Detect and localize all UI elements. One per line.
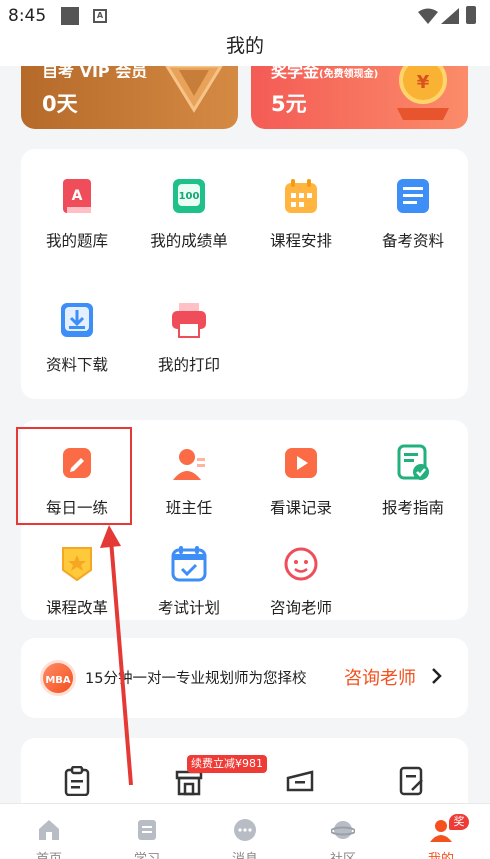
community-icon xyxy=(331,821,355,839)
study-icon xyxy=(138,820,156,840)
svg-text:¥: ¥ xyxy=(417,72,430,93)
service-label: 课程改革 xyxy=(45,599,108,617)
signal-icon xyxy=(441,8,459,24)
battery-icon xyxy=(466,6,476,24)
service-label: 报考指南 xyxy=(381,499,444,517)
service-label: 咨询老师 xyxy=(269,599,332,617)
page-title: 我的 xyxy=(225,35,264,57)
calendar-icon xyxy=(285,179,317,213)
page-header: 我的 xyxy=(0,30,490,66)
bottom-tab-bar: 首页 学习 消息 社区 我的 xyxy=(0,803,490,859)
ticket-icon[interactable] xyxy=(285,766,315,796)
app-notification-icon: A xyxy=(93,9,107,23)
vip-title: 自考 VIP 会员 xyxy=(42,66,148,78)
tool-question-bank[interactable]: A 我的题库 xyxy=(21,177,133,251)
service-course-reform[interactable]: 课程改革 xyxy=(21,544,133,618)
service-class-teacher[interactable]: 班主任 xyxy=(133,444,245,518)
chevron-right-icon[interactable] xyxy=(431,667,443,685)
highlight-box xyxy=(16,427,132,525)
notification-icon xyxy=(61,7,79,25)
status-bar: 8:45 A xyxy=(0,0,490,30)
profile-reward-badge: 奖 xyxy=(449,814,469,830)
tool-label: 我的题库 xyxy=(45,232,108,250)
scholarship-card[interactable]: 奖学金(免费领现金) 5元 ¥ xyxy=(251,66,468,129)
tab-home[interactable]: 首页 xyxy=(0,804,98,859)
tool-transcript[interactable]: 100 我的成绩单 xyxy=(133,177,245,251)
tab-study[interactable]: 学习 xyxy=(98,804,196,859)
home-icon xyxy=(39,820,59,840)
service-label: 看课记录 xyxy=(269,499,332,517)
watch-history-icon xyxy=(285,448,317,478)
edit-document-icon[interactable] xyxy=(398,766,426,796)
tools-panel: A 我的题库 100 我的成绩单 课程安排 备考资料 资料下载 我的打印 xyxy=(21,149,468,399)
tool-download[interactable]: 资料下载 xyxy=(21,301,133,375)
scholarship-subtitle: (免费领现金) xyxy=(319,69,379,80)
wifi-icon xyxy=(418,8,438,24)
tool-course-schedule[interactable]: 课程安排 xyxy=(245,177,357,251)
tool-exam-materials[interactable]: 备考资料 xyxy=(357,177,469,251)
svg-text:A: A xyxy=(72,188,83,204)
tab-profile[interactable]: 我的 xyxy=(392,804,490,859)
consult-teacher-icon xyxy=(284,547,318,581)
transcript-icon: 100 xyxy=(173,179,205,213)
clipboard-icon[interactable] xyxy=(63,766,91,796)
class-teacher-icon xyxy=(173,449,205,480)
tool-label: 资料下载 xyxy=(45,356,108,374)
banner-text: 15分钟一对一专业规划师为您择校 xyxy=(85,671,307,687)
tab-label: 首页 xyxy=(0,848,98,859)
tab-label: 消息 xyxy=(196,848,294,859)
scholarship-value: 5元 xyxy=(271,92,307,116)
course-reform-icon xyxy=(62,547,92,582)
download-icon xyxy=(61,303,93,337)
materials-icon xyxy=(397,179,429,213)
service-consult-teacher[interactable]: 咨询老师 xyxy=(245,544,357,618)
service-label: 考试计划 xyxy=(157,599,220,617)
service-label: 班主任 xyxy=(165,499,213,517)
vip-membership-card[interactable]: 自考 VIP 会员 0天 xyxy=(21,66,238,129)
coin-medal-icon: ¥ xyxy=(397,66,449,120)
tab-messages[interactable]: 消息 xyxy=(196,804,294,859)
tool-label: 我的成绩单 xyxy=(150,232,228,250)
tab-label: 社区 xyxy=(294,848,392,859)
vip-days-value: 0天 xyxy=(42,92,78,116)
svg-text:100: 100 xyxy=(179,191,200,202)
tool-label: 课程安排 xyxy=(269,232,332,250)
tool-print[interactable]: 我的打印 xyxy=(133,301,245,375)
mba-badge: MBA xyxy=(40,660,76,696)
renewal-promo-badge: 续费立减¥981 xyxy=(187,755,267,773)
tool-label: 我的打印 xyxy=(157,356,220,374)
tab-community[interactable]: 社区 xyxy=(294,804,392,859)
tab-label: 学习 xyxy=(98,848,196,859)
message-icon xyxy=(234,819,256,841)
consult-teacher-link[interactable]: 咨询老师 xyxy=(344,664,416,690)
exam-guide-icon xyxy=(397,444,429,480)
diamond-icon xyxy=(165,66,223,113)
service-exam-guide[interactable]: 报考指南 xyxy=(357,444,469,518)
question-bank-icon: A xyxy=(63,179,91,213)
tool-label: 备考资料 xyxy=(381,232,444,250)
tab-label: 我的 xyxy=(392,848,490,859)
service-exam-plan[interactable]: 考试计划 xyxy=(133,544,245,618)
consult-banner[interactable]: MBA 15分钟一对一专业规划师为您择校 咨询老师 xyxy=(21,638,468,718)
status-time: 8:45 xyxy=(8,6,47,26)
printer-icon xyxy=(172,303,206,338)
service-watch-history[interactable]: 看课记录 xyxy=(245,444,357,518)
scholarship-title: 奖学金(免费领现金) xyxy=(271,66,379,80)
exam-plan-icon xyxy=(171,546,207,582)
